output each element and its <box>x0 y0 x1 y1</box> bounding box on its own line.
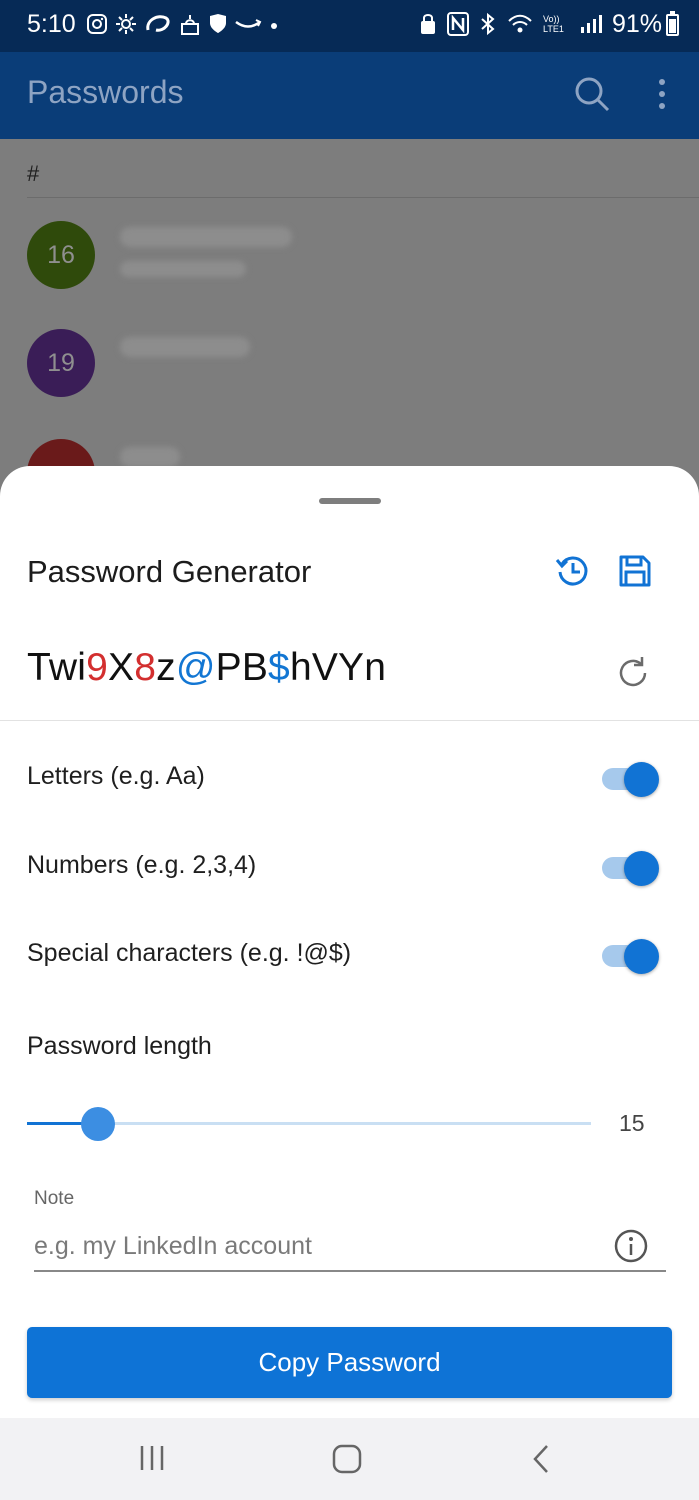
password-list: # 16 19 <box>0 139 699 500</box>
password-segment: X <box>108 646 135 689</box>
search-icon[interactable] <box>572 74 612 114</box>
password-segment: 9 <box>86 646 108 689</box>
note-input[interactable] <box>34 1226 624 1266</box>
password-segment: 8 <box>134 646 157 689</box>
blurred-title <box>120 227 292 247</box>
volte-icon: Vo)) LTE1 <box>543 14 564 34</box>
password-segment: @ <box>175 646 216 689</box>
signal-icon <box>581 15 602 33</box>
avatar: 19 <box>27 329 95 397</box>
status-time: 5:10 <box>27 10 76 38</box>
section-divider <box>27 197 699 198</box>
section-header: # <box>27 161 40 186</box>
numbers-toggle[interactable] <box>602 849 660 887</box>
status-system-icons: Vo)) LTE1 <box>419 12 603 36</box>
password-segment: PB <box>215 646 269 689</box>
settings-gear-icon <box>116 14 136 34</box>
instagram-icon <box>87 14 107 34</box>
home-icon[interactable] <box>332 1444 362 1474</box>
option-letters-label: Letters (e.g. Aa) <box>27 762 205 790</box>
copy-password-button[interactable]: Copy Password <box>27 1327 672 1398</box>
password-segment: Twi <box>27 646 87 689</box>
generated-password: Twi9X8z@PB$hVYn <box>27 646 386 690</box>
nfc-icon <box>447 12 469 36</box>
battery-percent: 91% <box>611 10 662 38</box>
password-length-value: 15 <box>619 1110 645 1136</box>
status-notification-icons <box>86 12 280 36</box>
option-numbers-label: Numbers (e.g. 2,3,4) <box>27 851 257 879</box>
list-item[interactable]: 16 <box>0 221 699 301</box>
option-numbers: Numbers (e.g. 2,3,4) <box>0 839 699 899</box>
special-characters-toggle[interactable] <box>602 937 660 975</box>
refresh-icon[interactable] <box>614 654 652 692</box>
status-bar: 5:10 Vo)) LTE1 91% <box>0 0 699 52</box>
bluetooth-icon <box>481 12 495 36</box>
history-icon[interactable] <box>554 552 592 590</box>
option-special: Special characters (e.g. !@$) <box>0 927 699 987</box>
blurred-title <box>120 337 250 357</box>
letters-toggle[interactable] <box>602 760 660 798</box>
lock-sync-icon <box>421 14 435 34</box>
password-segment: hVYn <box>289 646 387 689</box>
slider-thumb[interactable] <box>80 1107 115 1141</box>
password-generator-sheet: Password Generator Twi9X8z@PB$hVYn Lette… <box>0 466 699 1418</box>
option-special-label: Special characters (e.g. !@$) <box>27 939 352 967</box>
note-label: Note <box>34 1188 75 1209</box>
password-length-label: Password length <box>27 1032 212 1060</box>
more-vert-icon[interactable] <box>652 76 672 112</box>
blurred-subtitle <box>120 261 246 277</box>
password-segment: z <box>156 646 176 689</box>
save-icon[interactable] <box>616 552 654 590</box>
battery-icon <box>666 10 679 36</box>
password-length-slider[interactable] <box>27 1106 591 1142</box>
sheet-title: Password Generator <box>27 554 312 589</box>
sheet-divider <box>0 720 699 721</box>
wifi-icon <box>508 14 532 33</box>
battery-indicator: 91% <box>612 10 679 39</box>
mosque-icon <box>181 15 199 35</box>
note-underline <box>34 1270 666 1272</box>
recent-apps-icon[interactable] <box>138 1444 166 1472</box>
back-icon[interactable] <box>531 1444 551 1474</box>
blurred-title <box>120 447 180 467</box>
airtel-icon <box>146 15 170 32</box>
info-icon[interactable] <box>613 1228 649 1264</box>
option-letters: Letters (e.g. Aa) <box>0 750 699 810</box>
password-segment: $ <box>268 646 290 689</box>
page-title: Passwords <box>27 74 184 110</box>
avatar: 16 <box>27 221 95 289</box>
amazon-icon <box>235 19 262 28</box>
dot-icon <box>271 23 277 29</box>
shield-icon <box>210 14 226 33</box>
app-bar: Passwords <box>0 52 699 139</box>
list-item[interactable]: 19 <box>0 329 699 409</box>
system-nav-bar <box>0 1418 699 1500</box>
drag-handle[interactable] <box>319 498 381 504</box>
